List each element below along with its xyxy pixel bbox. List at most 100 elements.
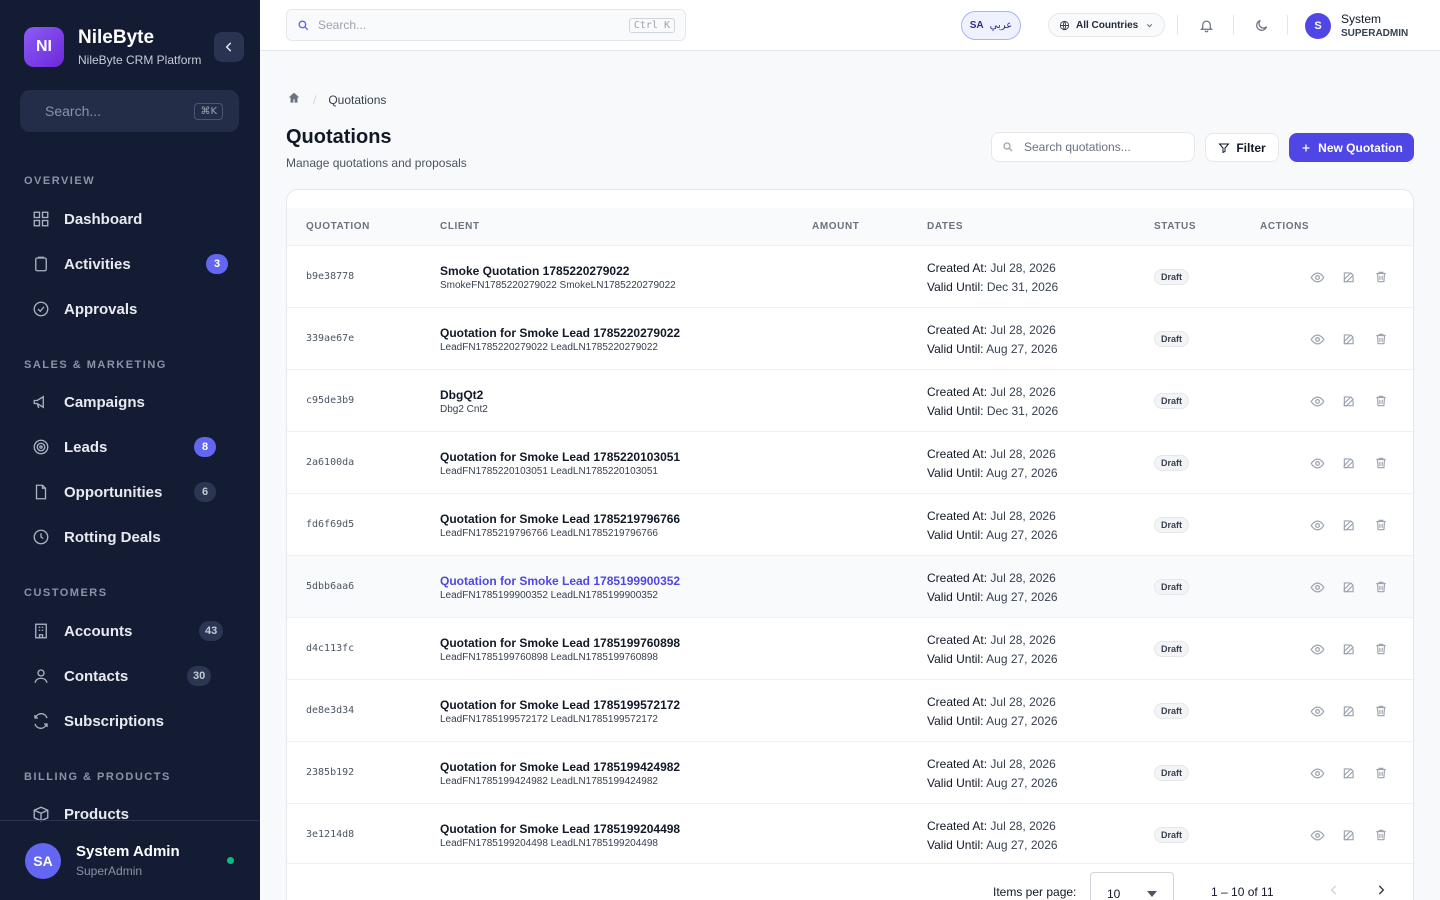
quotation-title-link[interactable]: Quotation for Smoke Lead 1785220103051 (440, 450, 680, 464)
global-search-input[interactable]: Search... Ctrl K (286, 9, 686, 41)
brand[interactable]: NI NileByte NileByte CRM Platform (24, 27, 201, 67)
edit-icon[interactable] (1341, 517, 1357, 533)
language-toggle[interactable]: SA عربي (961, 11, 1021, 40)
column-header-amount[interactable]: AMOUNT (812, 221, 859, 232)
user-icon (32, 667, 50, 685)
edit-icon[interactable] (1341, 703, 1357, 719)
column-header-quotation[interactable]: QUOTATION (306, 221, 370, 232)
sidebar-item-opportunities[interactable]: Opportunities 6 (24, 472, 236, 512)
table-row[interactable]: 3e1214d8 Quotation for Smoke Lead 1785199… (287, 803, 1413, 865)
table-row[interactable]: fd6f69d5 Quotation for Smoke Lead 1785219… (287, 493, 1413, 555)
quotation-title-link[interactable]: Quotation for Smoke Lead 1785220279022 (440, 326, 680, 340)
search-shortcut: Ctrl K (628, 17, 675, 33)
brand-subtitle: NileByte CRM Platform (78, 53, 202, 67)
user-role: SuperAdmin (76, 864, 143, 878)
delete-icon[interactable] (1373, 827, 1389, 843)
sidebar-item-label: Accounts (64, 622, 133, 640)
edit-icon[interactable] (1341, 641, 1357, 657)
next-page-button[interactable] (1371, 880, 1391, 900)
sidebar-user[interactable]: SA System Admin SuperAdmin (0, 820, 260, 900)
column-header-dates[interactable]: DATES (927, 221, 963, 232)
delete-icon[interactable] (1373, 703, 1389, 719)
delete-icon[interactable] (1373, 641, 1389, 657)
table-row[interactable]: 5dbb6aa6 Quotation for Smoke Lead 1785199… (287, 555, 1413, 617)
sidebar-item-leads[interactable]: Leads 8 (24, 427, 236, 467)
new-quotation-button[interactable]: New Quotation (1289, 133, 1414, 162)
view-icon[interactable] (1309, 641, 1325, 657)
view-icon[interactable] (1309, 269, 1325, 285)
edit-icon[interactable] (1341, 765, 1357, 781)
delete-icon[interactable] (1373, 331, 1389, 347)
status-badge: Draft (1154, 455, 1190, 471)
home-icon[interactable] (287, 91, 301, 108)
quotation-title-link[interactable]: Quotation for Smoke Lead 1785199424982 (440, 760, 680, 774)
divider (1177, 15, 1178, 35)
edit-icon[interactable] (1341, 269, 1357, 285)
items-per-page-value: 10 (1107, 887, 1121, 900)
quotation-title-link[interactable]: Quotation for Smoke Lead 1785219796766 (440, 512, 680, 526)
view-icon[interactable] (1309, 331, 1325, 347)
delete-icon[interactable] (1373, 579, 1389, 595)
country-select[interactable]: All Countries (1048, 13, 1165, 37)
view-icon[interactable] (1309, 703, 1325, 719)
view-icon[interactable] (1309, 455, 1325, 471)
sidebar-item-campaigns[interactable]: Campaigns (24, 382, 236, 422)
table-row[interactable]: de8e3d34 Quotation for Smoke Lead 1785199… (287, 679, 1413, 741)
user-name: System Admin (76, 843, 180, 860)
edit-icon[interactable] (1341, 393, 1357, 409)
created-date: Created At: Jul 28, 2026 (927, 571, 1056, 585)
delete-icon[interactable] (1373, 517, 1389, 533)
created-date: Created At: Jul 28, 2026 (927, 633, 1056, 647)
view-icon[interactable] (1309, 579, 1325, 595)
column-header-status[interactable]: STATUS (1154, 221, 1196, 232)
edit-icon[interactable] (1341, 579, 1357, 595)
previous-page-button[interactable] (1324, 880, 1344, 900)
quotation-title-link[interactable]: Quotation for Smoke Lead 1785199572172 (440, 698, 680, 712)
sidebar-item-approvals[interactable]: Approvals (24, 289, 236, 329)
delete-icon[interactable] (1373, 765, 1389, 781)
section-customers: CUSTOMERS (24, 587, 108, 599)
sidebar-item-dashboard[interactable]: Dashboard (24, 199, 236, 239)
delete-icon[interactable] (1373, 455, 1389, 471)
table-row[interactable]: 2a6100da Quotation for Smoke Lead 1785220… (287, 431, 1413, 493)
avatar: SA (25, 842, 61, 879)
sidebar-item-rotting-deals[interactable]: Rotting Deals (24, 517, 236, 557)
items-per-page-select[interactable]: 10 (1090, 872, 1174, 900)
table-row[interactable]: 339ae67e Quotation for Smoke Lead 1785220… (287, 307, 1413, 369)
created-date: Created At: Jul 28, 2026 (927, 323, 1056, 337)
sidebar-item-contacts[interactable]: Contacts 30 (24, 656, 236, 696)
user-menu[interactable]: S System SUPERADMIN (1305, 12, 1408, 39)
view-icon[interactable] (1309, 765, 1325, 781)
notifications-button[interactable] (1197, 16, 1215, 34)
edit-icon[interactable] (1341, 331, 1357, 347)
quotation-title-link[interactable]: Quotation for Smoke Lead 1785199760898 (440, 636, 680, 650)
theme-toggle-button[interactable] (1252, 16, 1270, 34)
table-row[interactable]: d4c113fc Quotation for Smoke Lead 1785199… (287, 617, 1413, 679)
country-label: All Countries (1076, 19, 1139, 31)
sidebar-item-accounts[interactable]: Accounts 43 (24, 611, 236, 651)
edit-icon[interactable] (1341, 827, 1357, 843)
quotation-title-link[interactable]: Smoke Quotation 1785220279022 (440, 264, 629, 278)
view-icon[interactable] (1309, 517, 1325, 533)
filter-button[interactable]: Filter (1205, 133, 1279, 162)
created-date: Created At: Jul 28, 2026 (927, 261, 1056, 275)
created-value: Jul 28, 2026 (990, 633, 1056, 647)
table-row[interactable]: b9e38778 Smoke Quotation 1785220279022 Smo… (287, 245, 1413, 307)
sidebar-search-input[interactable]: Search... ⌘K (20, 90, 239, 132)
table-row[interactable]: c95de3b9 DbgQt2 Dbg2 Cnt2 Created At: Jul 2… (287, 369, 1413, 431)
table-row[interactable]: 2385b192 Quotation for Smoke Lead 1785199… (287, 741, 1413, 803)
quotation-title-link[interactable]: DbgQt2 (440, 388, 483, 402)
sidebar-item-activities[interactable]: Activities 3 (24, 244, 236, 284)
delete-icon[interactable] (1373, 393, 1389, 409)
collapse-sidebar-button[interactable] (214, 32, 244, 62)
sidebar-item-subscriptions[interactable]: Subscriptions (24, 701, 236, 741)
view-icon[interactable] (1309, 827, 1325, 843)
edit-icon[interactable] (1341, 455, 1357, 471)
quotation-title-link[interactable]: Quotation for Smoke Lead 1785199204498 (440, 822, 680, 836)
column-header-client[interactable]: CLIENT (440, 221, 480, 232)
view-icon[interactable] (1309, 393, 1325, 409)
quotation-title-link[interactable]: Quotation for Smoke Lead 1785199900352 (440, 574, 680, 588)
quotation-search-input[interactable]: Search quotations... (991, 132, 1195, 162)
valid-value: Aug 27, 2026 (986, 528, 1058, 542)
delete-icon[interactable] (1373, 269, 1389, 285)
